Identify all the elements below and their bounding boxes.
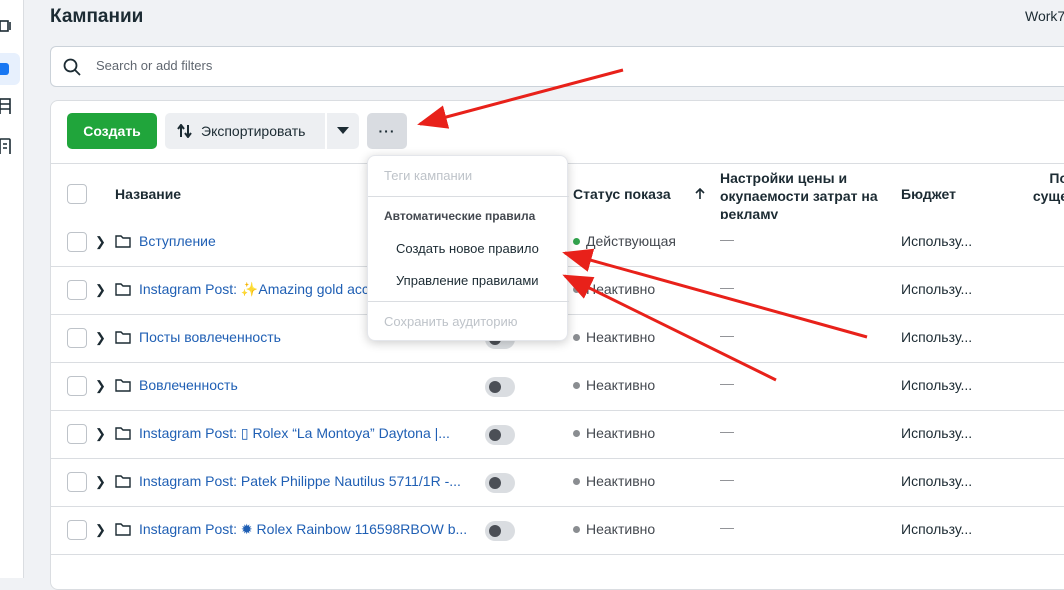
table-row[interactable]: ❯ Instagram Post: ▯ Rolex “La Montoya” Da…: [51, 411, 1064, 459]
menu-item-manage-rules[interactable]: Управление правилами: [396, 273, 539, 288]
sort-arrows-icon: [177, 124, 192, 138]
status-dot-icon: [573, 286, 580, 293]
chevron-right-icon[interactable]: ❯: [95, 330, 106, 346]
row-checkbox[interactable]: [67, 376, 87, 396]
chevron-right-icon[interactable]: ❯: [95, 234, 106, 250]
folder-icon: [115, 474, 131, 493]
left-nav-rail: [0, 0, 24, 578]
campaign-name[interactable]: Instagram Post: ✹ Rolex Rainbow 116598RB…: [139, 521, 467, 538]
budget-value: Использу...: [901, 473, 973, 489]
campaigns-icon: [0, 63, 9, 75]
chevron-right-icon[interactable]: ❯: [95, 378, 106, 394]
more-actions-menu: Теги кампании Автоматические правила Соз…: [367, 155, 569, 341]
campaign-toggle[interactable]: [485, 425, 515, 445]
folder-icon: [115, 282, 131, 301]
budget-value: Использу...: [901, 329, 973, 345]
bid-strategy-value: —: [720, 327, 734, 343]
budget-value: Использу...: [901, 521, 973, 537]
chevron-right-icon[interactable]: ❯: [95, 474, 106, 490]
row-checkbox[interactable]: [67, 232, 87, 252]
status-dot-icon: [573, 382, 580, 389]
table-row[interactable]: ❯ Instagram Post: ✹ Rolex Rainbow 116598R…: [51, 507, 1064, 555]
report-icon[interactable]: [0, 138, 14, 154]
bid-strategy-value: —: [720, 423, 734, 439]
caret-down-icon: [337, 127, 349, 134]
account-name[interactable]: Work7: [1025, 8, 1064, 24]
delivery-status: Неактивно: [573, 281, 655, 297]
budget-value: Использу...: [901, 425, 973, 441]
search-bar[interactable]: [50, 46, 1064, 87]
col-name[interactable]: Название: [115, 185, 181, 203]
bid-strategy-value: —: [720, 279, 734, 295]
folder-icon: [115, 378, 131, 397]
delivery-status: Неактивно: [573, 377, 655, 393]
menu-item-save-audience: Сохранить аудиторию: [384, 314, 518, 329]
row-checkbox[interactable]: [67, 328, 87, 348]
campaign-name[interactable]: Посты вовлеченность: [139, 329, 281, 345]
delivery-status: Действующая: [573, 233, 676, 249]
campaign-toggle[interactable]: [485, 473, 515, 493]
col-budget[interactable]: Бюджет: [901, 185, 956, 203]
menu-divider: [368, 196, 569, 197]
row-checkbox[interactable]: [67, 472, 87, 492]
bid-strategy-value: —: [720, 471, 734, 487]
col-last[interactable]: По суще: [1028, 169, 1064, 205]
campaign-toggle[interactable]: [485, 377, 515, 397]
status-dot-icon: [573, 430, 580, 437]
delivery-status: Неактивно: [573, 329, 655, 345]
table-row[interactable]: ❯ Instagram Post: Patek Philippe Nautilus…: [51, 459, 1064, 507]
delivery-status: Неактивно: [573, 473, 655, 489]
campaign-name[interactable]: Вовлеченность: [139, 377, 238, 393]
menu-divider: [368, 301, 569, 302]
create-button[interactable]: Создать: [67, 113, 157, 149]
row-checkbox[interactable]: [67, 520, 87, 540]
campaign-name[interactable]: Instagram Post: Patek Philippe Nautilus …: [139, 473, 461, 489]
grid-icon[interactable]: [0, 98, 14, 114]
export-dropdown-button[interactable]: [327, 113, 359, 149]
campaign-name[interactable]: Instagram Post: ✨Amazing gold acc: [139, 281, 369, 298]
page-title: Кампании: [50, 6, 144, 27]
chevron-right-icon[interactable]: ❯: [95, 426, 106, 442]
row-checkbox[interactable]: [67, 424, 87, 444]
status-dot-icon: [573, 334, 580, 341]
status-dot-icon: [573, 238, 580, 245]
export-button[interactable]: Экспортировать: [165, 113, 325, 149]
bid-strategy-value: —: [720, 375, 734, 391]
campaign-name[interactable]: Instagram Post: ▯ Rolex “La Montoya” Day…: [139, 425, 450, 442]
menu-item-create-rule[interactable]: Создать новое правило: [396, 241, 539, 256]
bid-strategy-value: —: [720, 519, 734, 535]
table-row[interactable]: ❯ Вовлеченность Неактивно — Использу...: [51, 363, 1064, 411]
menu-section-auto-rules: Автоматические правила: [384, 209, 536, 223]
status-dot-icon: [573, 526, 580, 533]
bid-strategy-value: —: [720, 231, 734, 247]
search-input[interactable]: [96, 58, 596, 73]
budget-value: Использу...: [901, 233, 973, 249]
more-button[interactable]: ···: [367, 113, 407, 149]
chevron-right-icon[interactable]: ❯: [95, 282, 106, 298]
status-dot-icon: [573, 478, 580, 485]
ads-icon[interactable]: [0, 18, 14, 34]
chevron-right-icon[interactable]: ❯: [95, 522, 106, 538]
menu-item-campaign-tags: Теги кампании: [384, 168, 473, 183]
select-all-checkbox[interactable]: [67, 184, 87, 204]
col-bid-strategy[interactable]: Настройки цены и окупаемости затрат на р…: [720, 169, 885, 223]
folder-icon: [115, 234, 131, 253]
delivery-status: Неактивно: [573, 521, 655, 537]
row-checkbox[interactable]: [67, 280, 87, 300]
sort-up-icon[interactable]: [695, 188, 705, 200]
col-status[interactable]: Статус показа: [573, 185, 671, 203]
folder-icon: [115, 522, 131, 541]
campaign-name[interactable]: Вступление: [139, 233, 216, 249]
folder-icon: [115, 426, 131, 445]
campaigns-nav-item[interactable]: [0, 53, 20, 85]
folder-icon: [115, 330, 131, 349]
budget-value: Использу...: [901, 377, 973, 393]
search-icon: [63, 58, 81, 76]
delivery-status: Неактивно: [573, 425, 655, 441]
export-label: Экспортировать: [201, 123, 306, 139]
budget-value: Использу...: [901, 281, 973, 297]
campaign-toggle[interactable]: [485, 521, 515, 541]
